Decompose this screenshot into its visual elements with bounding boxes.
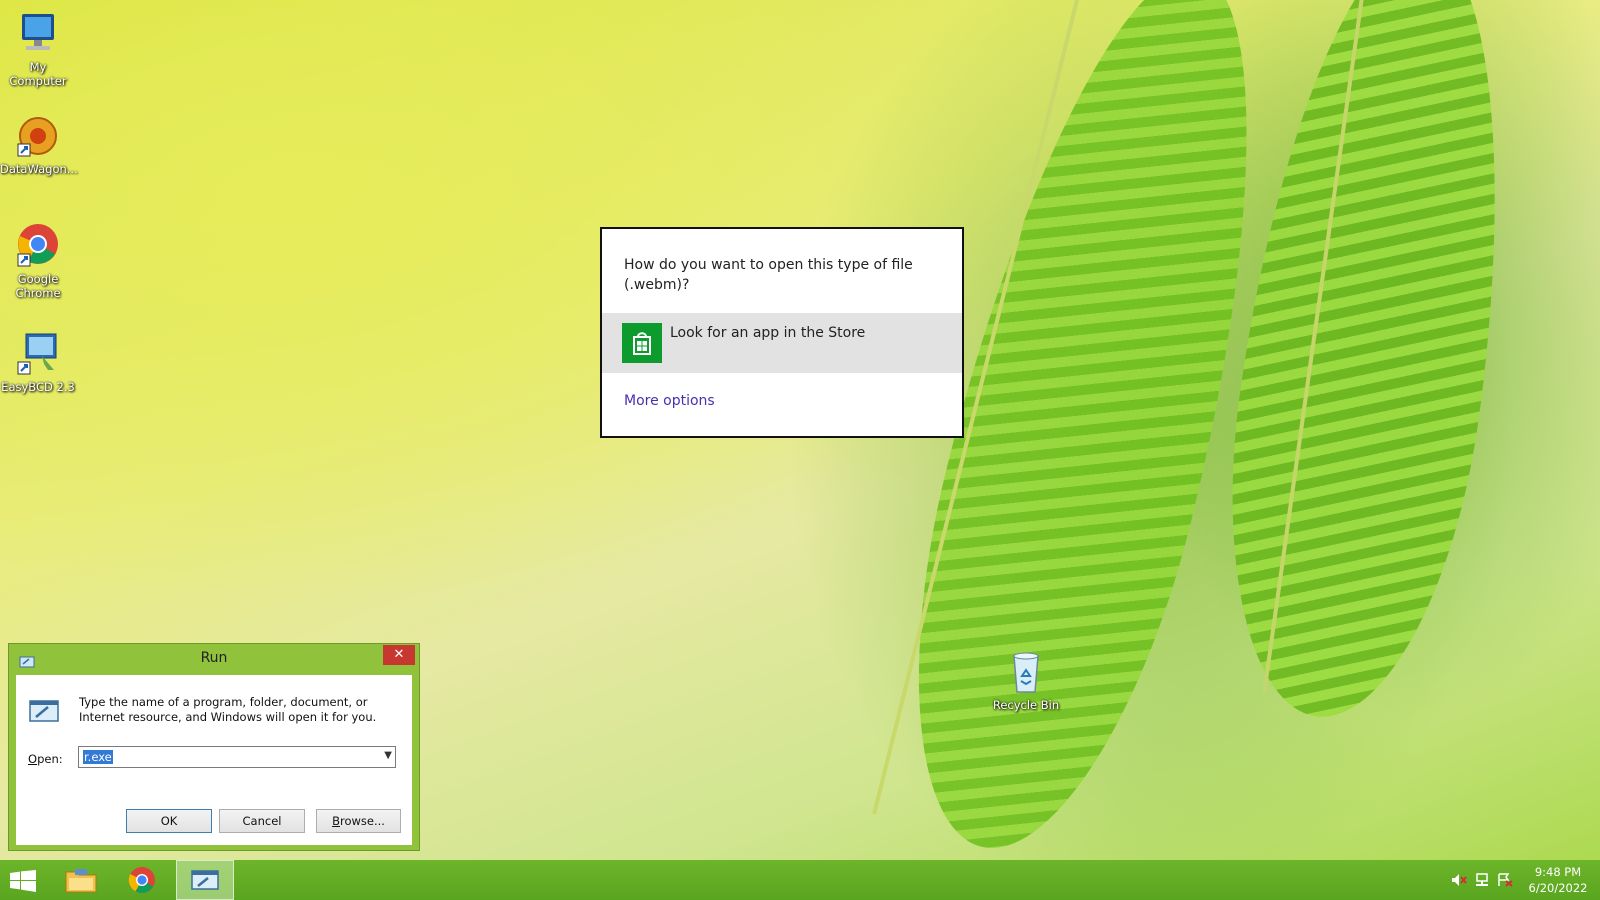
- desktop-icon-label: Google Chrome: [15, 272, 61, 300]
- taskbar: [0, 860, 1600, 900]
- browse-rest: rowse...: [339, 814, 385, 828]
- desktop-icon-easybcd[interactable]: EasyBCD 2.3: [0, 330, 76, 394]
- browse-button[interactable]: Browse...: [316, 809, 401, 833]
- taskbar-chrome[interactable]: [114, 860, 172, 900]
- volume-muted-icon[interactable]: [1451, 873, 1467, 891]
- desktop-icon-recycle-bin[interactable]: Recycle Bin: [988, 648, 1064, 712]
- clock-time: 9:48 PM: [1534, 865, 1582, 879]
- run-description: Type the name of a program, folder, docu…: [79, 695, 377, 724]
- open-with-question: How do you want to open this type of fil…: [624, 257, 913, 293]
- chevron-down-icon[interactable]: ▼: [384, 750, 392, 761]
- close-button[interactable]: ✕: [383, 645, 415, 665]
- close-icon: ✕: [393, 647, 405, 662]
- clock-date: 6/20/2022: [1528, 881, 1588, 895]
- recycle-bin-icon: [1002, 648, 1050, 696]
- run-icon: [191, 870, 219, 894]
- easybcd-icon: [14, 330, 62, 378]
- run-titlebar[interactable]: Run ✕: [9, 644, 419, 674]
- desktop-icon-label: My Computer: [9, 60, 67, 88]
- open-combobox[interactable]: r.exe ▼: [78, 746, 396, 768]
- run-client-area: Type the name of a program, folder, docu…: [16, 675, 412, 845]
- run-title: Run: [200, 650, 228, 666]
- open-label-accel: O: [28, 752, 38, 766]
- chrome-icon: [14, 222, 62, 270]
- desktop-icon-datawagon[interactable]: DataWagon...: [0, 112, 78, 176]
- store-icon: [622, 323, 662, 363]
- taskbar-file-explorer[interactable]: [52, 860, 110, 900]
- chrome-icon: [128, 866, 156, 898]
- open-label: Open:: [28, 752, 63, 766]
- open-with-flyout: How do you want to open this type of fil…: [600, 227, 964, 438]
- start-button[interactable]: [0, 860, 58, 900]
- browse-accel: B: [332, 814, 340, 828]
- ok-button[interactable]: OK: [126, 809, 212, 833]
- file-explorer-icon: [65, 867, 97, 897]
- run-icon: [28, 697, 60, 725]
- desktop-icon-label: Recycle Bin: [992, 698, 1060, 712]
- store-option-label: Look for an app in the Store: [670, 325, 866, 341]
- store-option[interactable]: Look for an app in the Store: [602, 313, 962, 373]
- desktop-icon-label: EasyBCD 2.3: [1, 380, 75, 394]
- more-options-link[interactable]: More options: [624, 393, 715, 409]
- open-input-value[interactable]: r.exe: [83, 750, 113, 764]
- wallpaper-leaf: [1196, 0, 1544, 733]
- action-center-icon[interactable]: [1497, 873, 1513, 891]
- cancel-button[interactable]: Cancel: [219, 809, 305, 833]
- run-dialog: Run ✕ Type the name of a program, folder…: [8, 643, 420, 851]
- desktop-icon-label: DataWagon...: [0, 162, 78, 176]
- computer-icon: [14, 10, 62, 58]
- network-icon[interactable]: [1474, 873, 1490, 891]
- taskbar-run[interactable]: [176, 860, 234, 900]
- desktop-icon-google-chrome[interactable]: Google Chrome: [0, 222, 76, 300]
- desktop-icon-my-computer[interactable]: My Computer: [0, 10, 76, 88]
- datawagon-icon: [14, 112, 62, 160]
- taskbar-clock[interactable]: 9:48 PM 6/20/2022: [1520, 864, 1596, 896]
- open-label-rest: pen:: [37, 752, 63, 766]
- start-icon: [10, 870, 36, 896]
